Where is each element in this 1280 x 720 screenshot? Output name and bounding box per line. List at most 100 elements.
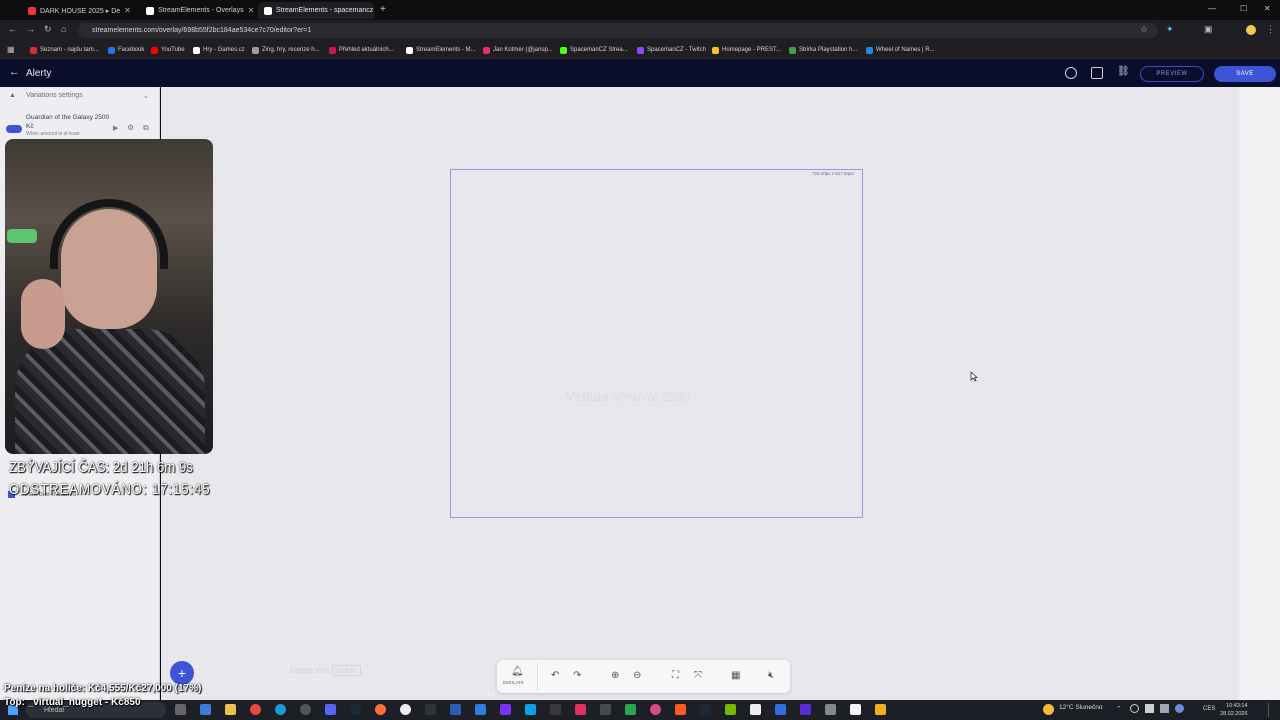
zoom-in-icon[interactable]: ⊕ [611,670,619,681]
reload-icon[interactable]: ↻ [44,24,52,35]
tray-app-icon[interactable] [1160,704,1169,713]
tray-chevron-icon[interactable]: ⌃ [1116,705,1122,713]
play-icon[interactable]: ▶ [113,124,118,132]
close-icon[interactable]: ✕ [248,6,255,15]
help-icon[interactable] [1065,67,1077,79]
taskbar-app-icon[interactable] [700,704,711,715]
taskbar-app-icon[interactable] [550,704,561,715]
taskbar-app-icon[interactable] [825,704,836,715]
emulate-button-label[interactable]: EMULATE [503,680,524,685]
extension-icon[interactable]: ✦ [1166,24,1174,35]
tray-app-icon[interactable] [1175,704,1184,713]
profile-avatar[interactable] [1246,25,1256,35]
minimize-icon[interactable]: — [1208,4,1216,13]
maximize-icon[interactable]: ☐ [1240,4,1247,13]
alert-preview-title: Větkus [566,389,609,404]
cam-green-light [7,229,37,243]
taskbar-clock[interactable]: 10:43:14 28.02.2026 [1220,702,1248,718]
bookmark-item[interactable]: Wheel of Names | R... [866,44,935,56]
variation-toggle[interactable] [6,125,22,133]
weather-text[interactable]: 12°C Slunečno [1059,704,1102,711]
taskbar-app-icon[interactable] [875,704,886,715]
taskbar-app-icon[interactable] [750,704,761,715]
bookmark-item[interactable]: SpacemanCZ Strea... [560,44,628,56]
new-tab-button[interactable]: + [380,4,386,15]
firefox-icon[interactable] [375,704,386,715]
taskbar-app-icon[interactable] [775,704,786,715]
close-icon[interactable]: ✕ [124,6,131,15]
gear-icon[interactable]: ⚙ [127,123,134,132]
bookmark-item[interactable]: YouTube [151,44,185,56]
show-desktop[interactable] [1268,703,1274,717]
taskbar-app-icon[interactable] [800,704,811,715]
bookmark-item[interactable]: Jan Kotmer (@jansp... [483,44,553,56]
taskbar-app-icon[interactable] [600,704,611,715]
bookmark-item[interactable]: Facebook [108,44,144,56]
mute-icon[interactable]: 🔇︎ [768,670,774,681]
bookmark-item[interactable]: Homepage - PREST... [712,44,781,56]
bookmark-item[interactable]: SpacemanCZ - Twitch [637,44,706,56]
taskbar-app-icon[interactable] [625,704,636,715]
bookmark-item[interactable]: StreamElements - M... [406,44,476,56]
bell-icon[interactable]: 🔔︎ [511,666,524,677]
save-button[interactable]: SAVE [1214,66,1276,82]
taskbar-app-icon[interactable] [450,704,461,715]
undo-icon[interactable]: ↶ [551,670,559,681]
taskbar-app-icon[interactable] [650,704,661,715]
alert-widget-frame[interactable] [450,169,863,518]
language-indicator[interactable]: CES [1203,706,1215,712]
taskbar-app-icon[interactable] [400,704,411,715]
chrome-icon[interactable] [250,704,261,715]
taskbar-app-icon[interactable] [575,704,586,715]
tab-youtube[interactable]: DARK HOUSE 2025 ▸ De ✕ [22,2,134,19]
tray-app-icon[interactable] [1145,704,1154,713]
url-input[interactable]: streamelements.com/overlay/698b55f2bc184… [78,23,1158,38]
preview-button[interactable]: PREVIEW [1140,66,1204,82]
taskbar-app-icon[interactable] [200,704,211,715]
close-window-icon[interactable]: ✕ [1264,4,1271,13]
bookmark-item[interactable]: Zing, hry, recenze h... [252,44,320,56]
edge-icon[interactable] [275,704,286,715]
bookmark-item[interactable]: Přehled aktuálních... [329,44,394,56]
file-explorer-icon[interactable] [225,704,236,715]
tab-editor[interactable]: StreamElements - spacemancz ✕ [258,2,374,19]
bookmark-item[interactable]: Hry - Games.cz [193,44,245,56]
taskbar-app-icon[interactable] [525,704,536,715]
link-icon[interactable]: ⛓ [1117,66,1130,77]
collapse-icon[interactable]: ⤧ [694,670,702,681]
taskbar-app-icon[interactable] [500,704,511,715]
stream-streamed-time: ODSTREAMOVÁNO: 17:15:45 [9,481,211,498]
fit-screen-icon[interactable]: ⛶ [672,670,679,681]
home-icon[interactable]: ⌂ [61,24,66,34]
task-view-icon[interactable] [175,704,186,715]
back-icon[interactable]: ← [8,24,17,34]
apps-icon[interactable]: ▦ [7,45,15,54]
nvidia-icon[interactable] [725,704,736,715]
obs-icon[interactable] [300,704,311,715]
bookmark-star-icon[interactable]: ☆ [1140,24,1148,35]
widget-size-label: 723.20px x 617.84px [812,171,854,176]
taskbar-app-icon[interactable] [850,704,861,715]
discord-icon[interactable] [325,704,336,715]
tray-app-icon[interactable] [1130,704,1139,713]
grid-icon[interactable]: ▦ [731,670,740,681]
taskbar-app-icon[interactable] [675,704,686,715]
steam-icon[interactable] [350,704,361,715]
bookmark-item[interactable]: Sbírka Playstation h... [789,44,857,56]
zoom-out-icon[interactable]: ⊖ [633,670,641,681]
screen-icon[interactable] [1091,67,1103,79]
add-variation-button[interactable]: + [170,661,194,685]
back-arrow-icon[interactable]: ← [9,66,20,78]
tab-overlays[interactable]: StreamElements - Overlays ✕ [140,2,255,19]
menu-icon[interactable]: ⋮ [1266,24,1275,35]
bookmark-label: Seznam - najdu tam... [40,47,99,53]
variations-settings-header[interactable]: Variations settings ⌄ [26,92,149,100]
extensions-icon[interactable]: ▣ [1204,24,1213,35]
taskbar-app-icon[interactable] [475,704,486,715]
chevron-down-icon[interactable]: ⌄ [143,92,149,100]
copy-icon[interactable]: ⧉ [143,123,149,133]
bookmark-item[interactable]: Seznam - najdu tam... [30,44,99,56]
forward-icon[interactable]: → [26,24,35,34]
taskbar-app-icon[interactable] [425,704,436,715]
redo-icon[interactable]: ↷ [573,670,581,681]
